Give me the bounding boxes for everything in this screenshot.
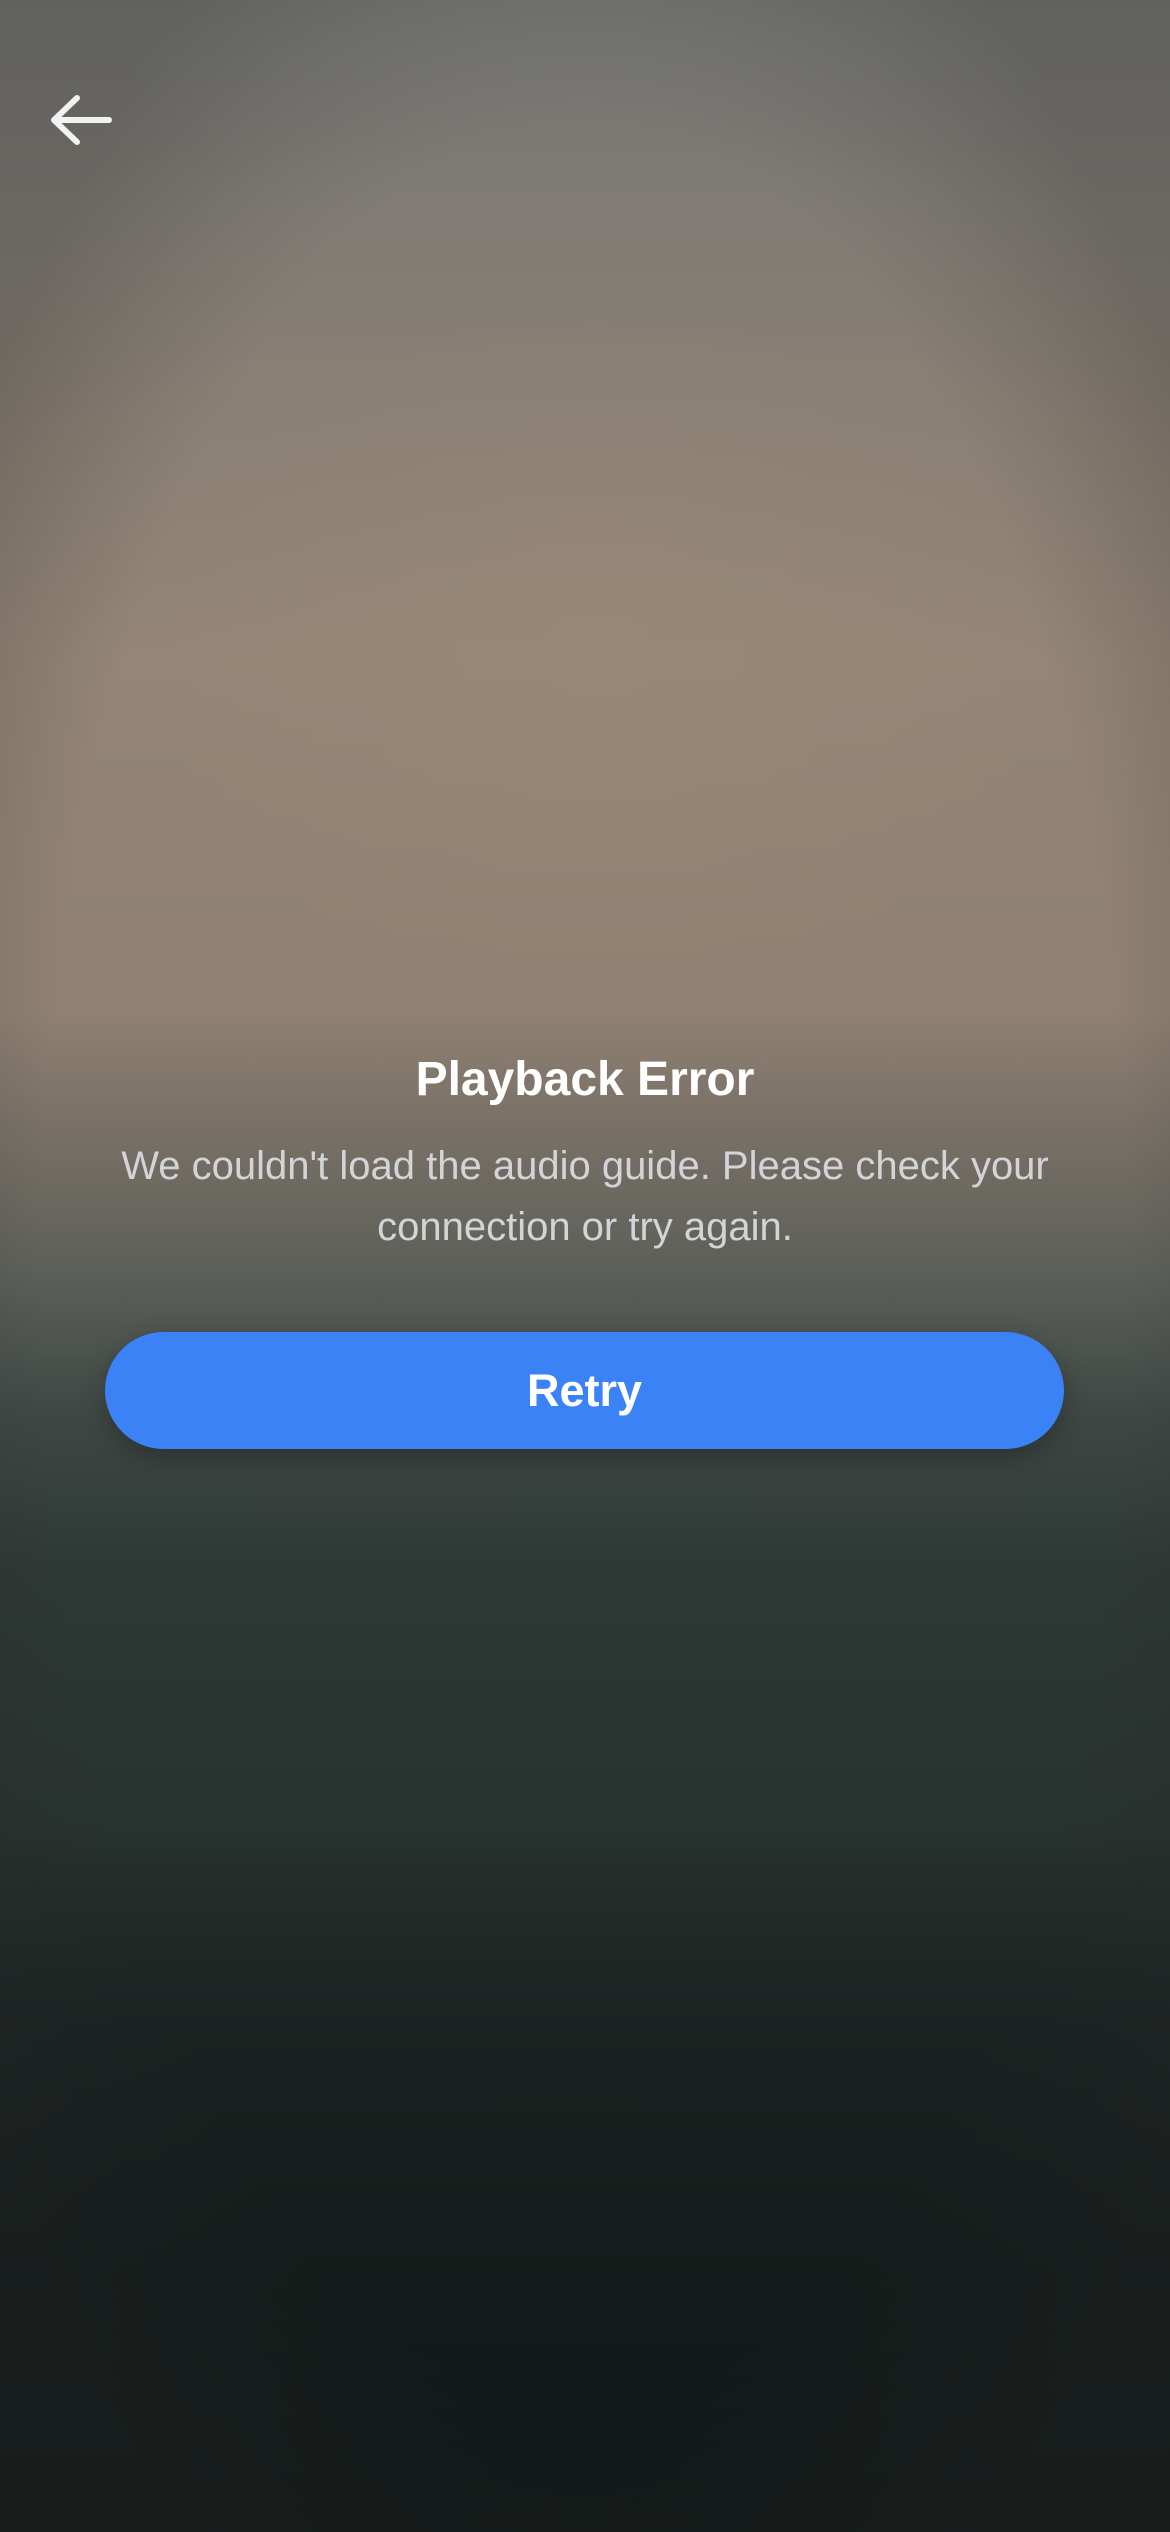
- arrow-left-icon: [51, 95, 112, 145]
- retry-button[interactable]: Retry: [105, 1332, 1064, 1449]
- back-button[interactable]: [40, 82, 120, 158]
- background-vignette: [0, 0, 1170, 2532]
- background-glow: [150, 300, 1050, 1000]
- error-message: We couldn't load the audio guide. Please…: [121, 1144, 1049, 1249]
- error-title: Playback Error: [415, 1053, 755, 1106]
